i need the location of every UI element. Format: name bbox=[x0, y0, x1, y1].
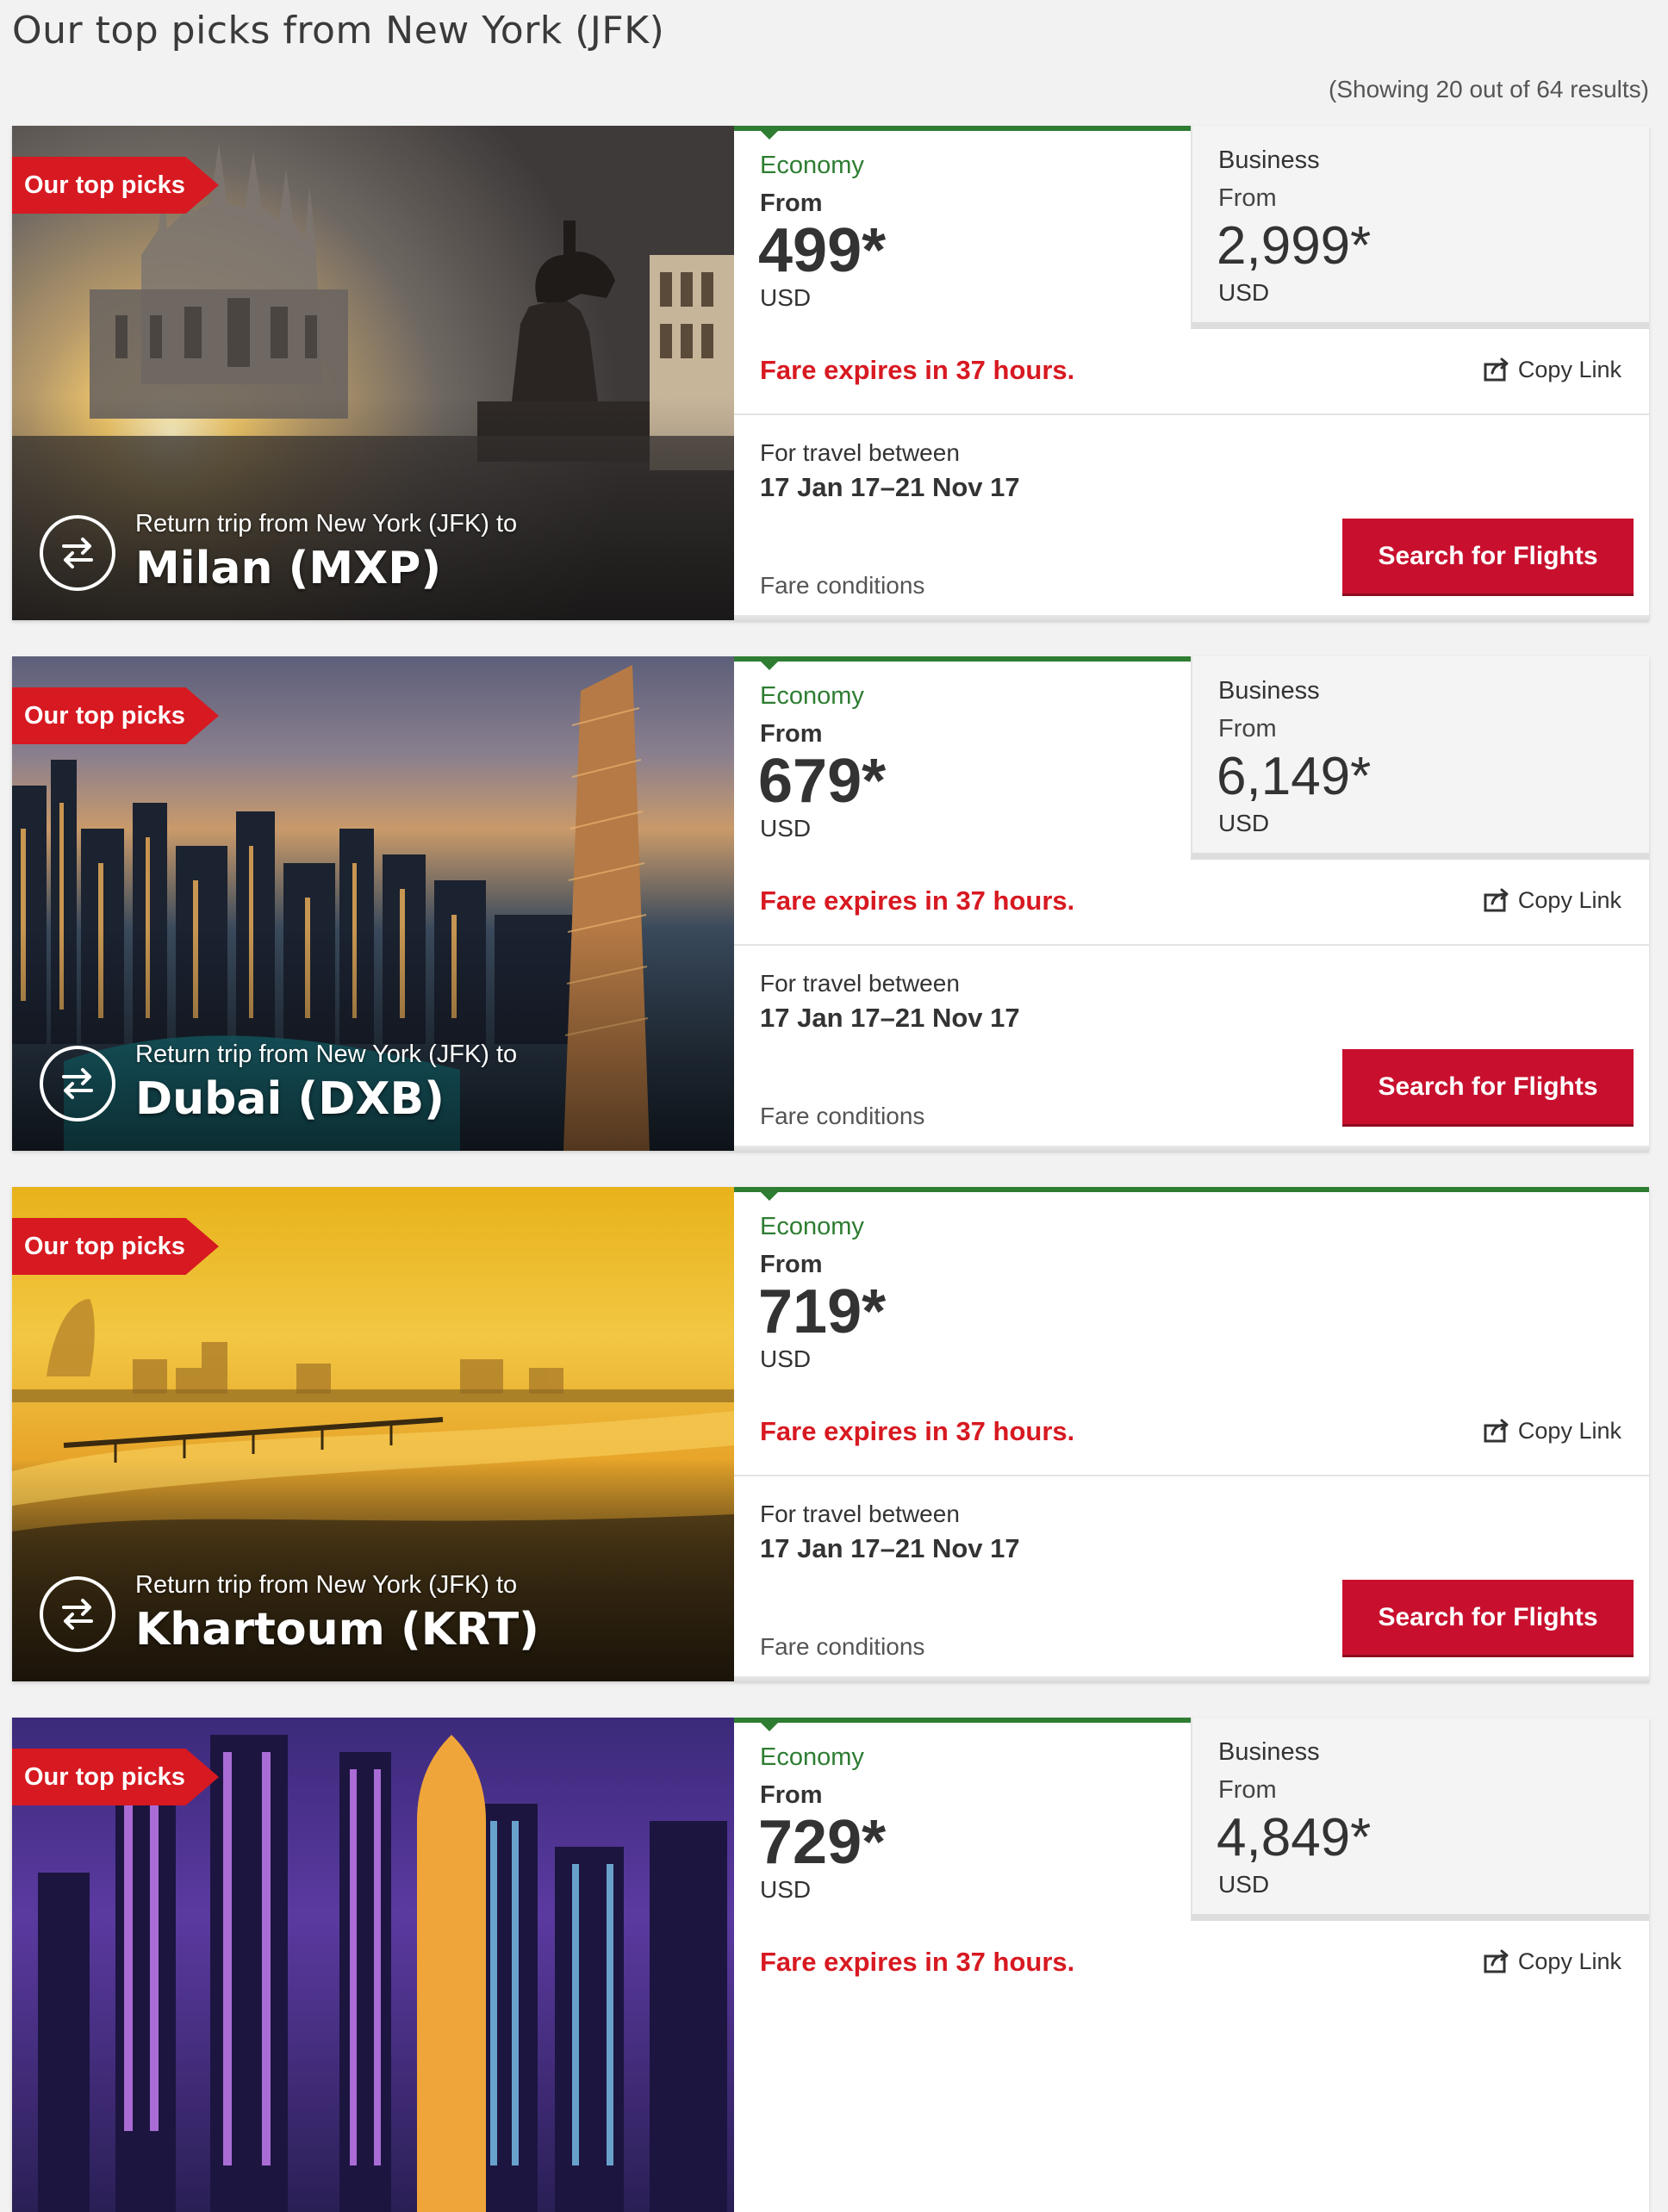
business-fare-panel[interactable]: Business From 2,999* USD bbox=[1191, 126, 1649, 329]
economy-fare-panel[interactable]: Economy From 679* USD bbox=[734, 656, 1191, 860]
destination-photo: Our top picks Return trip from New York … bbox=[12, 126, 734, 620]
currency-label: USD bbox=[1218, 279, 1270, 306]
selected-indicator bbox=[760, 1722, 779, 1731]
copy-link-icon bbox=[1484, 1949, 1509, 1973]
economy-price: 499* bbox=[758, 216, 887, 285]
fare-conditions-link[interactable]: Fare conditions bbox=[760, 1633, 924, 1661]
copy-link-icon bbox=[1484, 1419, 1509, 1443]
copy-link-button[interactable]: Copy Link bbox=[1484, 357, 1621, 383]
top-picks-tag: Our top picks bbox=[12, 157, 219, 214]
fare-details: Fare expires in 37 hours. Copy Link For … bbox=[734, 1390, 1649, 1594]
fare-card: Our top picks Return trip from New York … bbox=[12, 656, 1649, 1153]
economy-price: 679* bbox=[758, 747, 887, 816]
business-price: 6,149* bbox=[1217, 747, 1372, 806]
page-title: Our top picks from New York (JFK) bbox=[12, 9, 665, 53]
fare-details: Fare expires in 37 hours. Copy Link For … bbox=[734, 860, 1649, 1063]
destination-photo: Our top picks bbox=[12, 1718, 734, 2212]
economy-price: 729* bbox=[758, 1808, 887, 1877]
search-flights-button[interactable]: Search for Flights bbox=[1342, 519, 1634, 596]
top-picks-tag: Our top picks bbox=[12, 687, 219, 744]
divider bbox=[734, 1475, 1649, 1476]
from-label: From bbox=[1218, 1776, 1277, 1804]
currency-label: USD bbox=[760, 1876, 812, 1903]
destination-name[interactable]: Dubai (DXB) bbox=[135, 1073, 445, 1125]
selected-indicator bbox=[760, 661, 779, 670]
fare-card: Our top picks Return trip from New York … bbox=[12, 1187, 1649, 1683]
travel-between-label: For travel between bbox=[760, 970, 960, 997]
copy-link-button[interactable]: Copy Link bbox=[1484, 1418, 1621, 1445]
copy-link-label: Copy Link bbox=[1517, 887, 1621, 913]
copy-link-icon bbox=[1484, 888, 1509, 912]
trip-label: Return trip from New York (JFK) to bbox=[135, 510, 518, 537]
business-label: Business bbox=[1218, 1738, 1320, 1766]
business-label: Business bbox=[1218, 677, 1320, 705]
economy-fare-panel[interactable]: Economy From 499* USD bbox=[734, 126, 1191, 329]
fare-expiry-text: Fare expires in 37 hours. bbox=[760, 1416, 1075, 1446]
travel-dates: 17 Jan 17–21 Nov 17 bbox=[760, 1533, 1020, 1563]
from-label: From bbox=[760, 1251, 823, 1278]
business-label: Business bbox=[1218, 146, 1320, 174]
economy-label: Economy bbox=[760, 1213, 864, 1240]
divider bbox=[734, 413, 1649, 415]
copy-link-label: Copy Link bbox=[1517, 357, 1621, 382]
economy-price: 719* bbox=[758, 1277, 887, 1346]
from-label: From bbox=[1218, 715, 1277, 743]
search-flights-button[interactable]: Search for Flights bbox=[1342, 1049, 1634, 1127]
selected-indicator bbox=[760, 1191, 779, 1201]
currency-label: USD bbox=[760, 284, 812, 311]
return-trip-icon bbox=[40, 1576, 115, 1652]
from-label: From bbox=[760, 1781, 823, 1809]
currency-label: USD bbox=[1218, 810, 1270, 836]
economy-label: Economy bbox=[760, 152, 864, 179]
currency-label: USD bbox=[1218, 1871, 1270, 1898]
top-picks-tag: Our top picks bbox=[12, 1218, 219, 1275]
copy-link-label: Copy Link bbox=[1517, 1418, 1621, 1444]
copy-link-label: Copy Link bbox=[1517, 1948, 1621, 1974]
currency-label: USD bbox=[760, 815, 812, 842]
divider bbox=[734, 944, 1649, 946]
top-picks-tag: Our top picks bbox=[12, 1749, 219, 1805]
economy-label: Economy bbox=[760, 1743, 864, 1771]
destination-name[interactable]: Milan (MXP) bbox=[135, 543, 441, 594]
currency-label: USD bbox=[760, 1345, 812, 1372]
fare-details: Fare expires in 37 hours. Copy Link For … bbox=[734, 329, 1649, 532]
economy-fare-panel[interactable]: Economy From 719* USD bbox=[734, 1187, 1649, 1390]
fare-expiry-text: Fare expires in 37 hours. bbox=[760, 885, 1075, 916]
business-fare-panel[interactable]: Business From 6,149* USD bbox=[1191, 656, 1649, 860]
destination-name[interactable]: Khartoum (KRT) bbox=[135, 1604, 539, 1656]
travel-dates: 17 Jan 17–21 Nov 17 bbox=[760, 472, 1020, 502]
search-flights-button[interactable]: Search for Flights bbox=[1342, 1580, 1634, 1657]
trip-label: Return trip from New York (JFK) to bbox=[135, 1571, 518, 1599]
results-count: (Showing 20 out of 64 results) bbox=[1329, 76, 1649, 103]
fare-card: Our top picks Economy From 729* USD Busi… bbox=[12, 1718, 1649, 2212]
fare-card: Our top picks Return trip from New York … bbox=[12, 126, 1649, 622]
destination-photo: Our top picks Return trip from New York … bbox=[12, 656, 734, 1151]
from-label: From bbox=[760, 190, 823, 217]
business-price: 4,849* bbox=[1217, 1808, 1372, 1867]
business-fare-panel[interactable]: Business From 4,849* USD bbox=[1191, 1718, 1649, 1921]
return-trip-icon bbox=[40, 1046, 115, 1122]
economy-label: Economy bbox=[760, 682, 864, 710]
travel-between-label: For travel between bbox=[760, 1501, 960, 1527]
selected-indicator bbox=[760, 130, 779, 140]
travel-between-label: For travel between bbox=[760, 439, 960, 466]
economy-fare-panel[interactable]: Economy From 729* USD bbox=[734, 1718, 1191, 1921]
business-price: 2,999* bbox=[1217, 216, 1372, 276]
fare-expiry-text: Fare expires in 37 hours. bbox=[760, 1947, 1075, 1977]
trip-label: Return trip from New York (JFK) to bbox=[135, 1041, 518, 1068]
copy-link-button[interactable]: Copy Link bbox=[1484, 887, 1621, 914]
return-trip-icon bbox=[40, 515, 115, 591]
from-label: From bbox=[760, 720, 823, 748]
copy-link-button[interactable]: Copy Link bbox=[1484, 1948, 1621, 1975]
copy-link-icon bbox=[1484, 357, 1509, 382]
fare-expiry-text: Fare expires in 37 hours. bbox=[760, 355, 1075, 385]
from-label: From bbox=[1218, 184, 1277, 212]
travel-dates: 17 Jan 17–21 Nov 17 bbox=[760, 1003, 1020, 1033]
fare-conditions-link[interactable]: Fare conditions bbox=[760, 572, 924, 600]
fare-details: Fare expires in 37 hours. Copy Link bbox=[734, 1921, 1649, 2124]
fare-conditions-link[interactable]: Fare conditions bbox=[760, 1103, 924, 1130]
destination-photo: Our top picks Return trip from New York … bbox=[12, 1187, 734, 1681]
